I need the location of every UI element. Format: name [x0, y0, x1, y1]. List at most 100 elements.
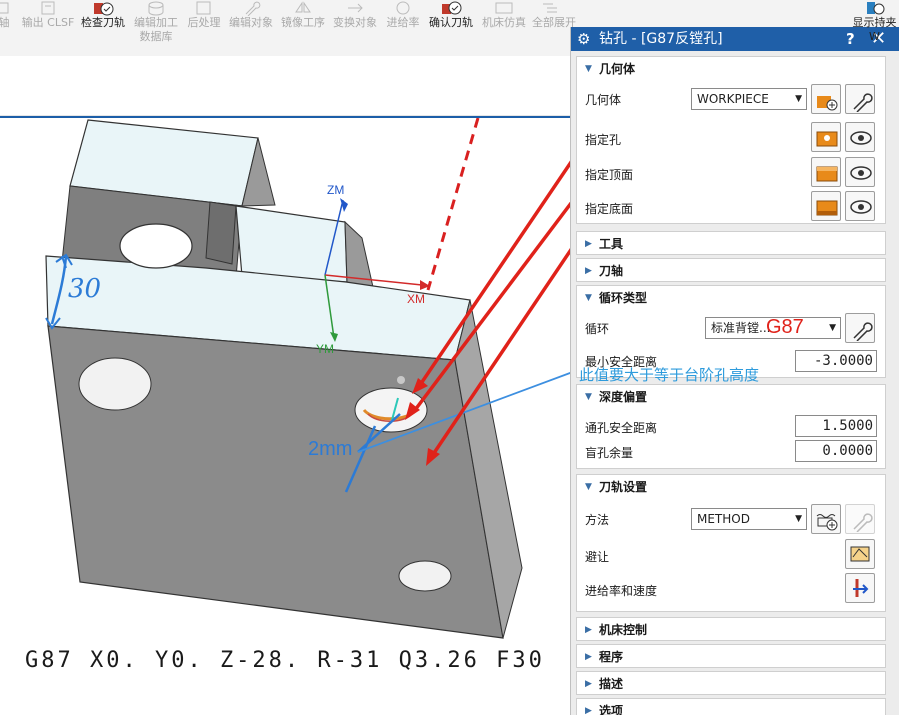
- annotation-2mm: 2mm: [308, 438, 353, 460]
- expand-icon: ▶: [585, 625, 592, 635]
- graphics-viewport[interactable]: ZM XM YM: [0, 118, 570, 715]
- ribbon-show-holder-button[interactable]: 显示持夹 W: [850, 0, 899, 56]
- wrench-icon: [240, 0, 262, 17]
- through-clearance-input[interactable]: 1.5000: [795, 415, 877, 437]
- section-program[interactable]: ▶ 程序: [576, 644, 886, 668]
- new-geometry-icon: [817, 96, 838, 111]
- display-hole-button[interactable]: [845, 122, 875, 152]
- new-geometry-button[interactable]: [811, 84, 841, 114]
- expand-icon: ▶: [585, 679, 592, 689]
- nx-screen: { "ribbon": { "items": [ {"label": "轴", …: [0, 0, 899, 715]
- holder-icon: [864, 0, 886, 16]
- output-clsf-icon: [37, 0, 59, 16]
- specify-top-button[interactable]: [811, 157, 841, 187]
- through-clearance-label: 通孔安全距离: [585, 421, 658, 435]
- method-select[interactable]: METHOD ▼: [691, 508, 807, 530]
- edit-geometry-button[interactable]: [845, 84, 875, 114]
- new-method-button[interactable]: [811, 504, 841, 534]
- ribbon-transform-button[interactable]: 变换对象: [330, 0, 380, 56]
- bottom-hole: [398, 560, 452, 592]
- left-hole: [78, 357, 152, 411]
- section-cycle-header[interactable]: ▼ 循环类型: [577, 286, 885, 310]
- expand-icon: ▶: [585, 266, 592, 276]
- section-tool[interactable]: ▶ 工具: [576, 231, 886, 255]
- top-hole: [119, 223, 193, 269]
- wrench-icon: [853, 93, 873, 112]
- wrench-icon: [853, 513, 873, 532]
- avoidance-label: 避让: [585, 550, 610, 564]
- feeds-speeds-icon: [853, 579, 869, 597]
- hole-select-icon: [816, 131, 838, 147]
- section-depth-header[interactable]: ▼ 深度偏置: [577, 385, 885, 409]
- section-path-settings: ▼ 刀轨设置 方法 METHOD ▼ 避让 进给率和速度: [576, 474, 886, 612]
- ribbon-axis-button[interactable]: 轴: [0, 0, 14, 56]
- ribbon-check-toolpath-button[interactable]: 检查刀轨: [78, 0, 128, 56]
- ribbon-mirror-op-button[interactable]: 镜像工序: [278, 0, 328, 56]
- section-machine-control[interactable]: ▶ 机床控制: [576, 617, 886, 641]
- eye-icon: [850, 166, 872, 180]
- wrench-icon: [853, 322, 873, 341]
- display-bottom-button[interactable]: [845, 191, 875, 221]
- axis-xm-label: XM: [407, 292, 425, 306]
- annotation-30: 30: [68, 274, 102, 304]
- ribbon-edit-db-button[interactable]: 编辑加工 数据库: [130, 0, 182, 56]
- chevron-down-icon: ▼: [795, 94, 802, 104]
- gear-icon: ⚙: [577, 30, 591, 48]
- avoidance-icon: [850, 546, 870, 562]
- specify-bottom-button[interactable]: [811, 191, 841, 221]
- section-path-header[interactable]: ▼ 刀轨设置: [577, 475, 885, 499]
- section-geometry: ▼ 几何体 几何体 WORKPIECE ▼ 指定孔 指定顶面 指定底面: [576, 56, 886, 224]
- specify-hole-button[interactable]: [811, 122, 841, 152]
- slot-wall: [205, 201, 237, 265]
- edit-method-button[interactable]: [845, 504, 875, 534]
- step-top-face: [235, 205, 348, 283]
- ribbon-expand-all-button[interactable]: 全部展开: [532, 0, 576, 56]
- blind-stock-input[interactable]: 0.0000: [795, 440, 877, 462]
- ribbon-feedrate-button[interactable]: 进给率: [382, 0, 424, 56]
- transform-icon: [344, 0, 366, 16]
- dialog-title: 钻孔 - [G87反镗孔]: [599, 31, 723, 47]
- section-geometry-header[interactable]: ▼ 几何体: [577, 57, 885, 81]
- ribbon-output-clsf-button[interactable]: 输出 CLSF: [20, 0, 76, 56]
- verify-toolpath-icon: [440, 0, 462, 16]
- axis-ym-label: YM: [316, 342, 334, 356]
- secondary-toolbar: [0, 56, 570, 116]
- ribbon-verify-toolpath-button[interactable]: 确认刀轨: [426, 0, 476, 56]
- geometry-label: 几何体: [585, 93, 622, 107]
- collapse-icon: ▼: [585, 392, 592, 402]
- bottom-face-icon: [816, 200, 838, 216]
- mirror-icon: [292, 0, 314, 16]
- blind-stock-label: 盲孔余量: [585, 446, 634, 460]
- collapse-icon: ▼: [585, 64, 592, 74]
- avoidance-button[interactable]: [845, 539, 875, 569]
- database-icon: [145, 0, 167, 16]
- method-label: 方法: [585, 513, 610, 527]
- specify-hole-label: 指定孔: [585, 133, 622, 147]
- specify-top-label: 指定顶面: [585, 168, 634, 182]
- ribbon-postprocess-button[interactable]: 后处理: [184, 0, 224, 56]
- eye-icon: [850, 200, 872, 214]
- part-model: [45, 118, 570, 639]
- eye-icon: [850, 131, 872, 145]
- min-clearance-input[interactable]: -3.0000: [795, 350, 877, 372]
- geometry-select[interactable]: WORKPIECE ▼: [691, 88, 807, 110]
- section-depth-offset: ▼ 深度偏置 通孔安全距离 1.5000 盲孔余量 0.0000: [576, 384, 886, 469]
- section-tool-axis[interactable]: ▶ 刀轴: [576, 258, 886, 282]
- axis-icon: [0, 0, 16, 16]
- machine-sim-icon: [493, 0, 515, 16]
- display-top-button[interactable]: [845, 157, 875, 187]
- feeds-speeds-button[interactable]: [845, 573, 875, 603]
- top-face-icon: [816, 166, 838, 182]
- clearance-note: 此值要大于等于台阶孔高度: [579, 367, 760, 384]
- g87-annotation: G87: [766, 316, 804, 338]
- edit-cycle-button[interactable]: [845, 313, 875, 343]
- expand-icon: ▶: [585, 239, 592, 249]
- section-options[interactable]: ▶ 选项: [576, 698, 886, 715]
- axis-zm-label: ZM: [327, 183, 345, 197]
- chevron-down-icon: ▼: [795, 514, 802, 524]
- feedrate-icon: [392, 0, 414, 16]
- ribbon-edit-object-button[interactable]: 编辑对象: [226, 0, 276, 56]
- ribbon-machine-sim-button[interactable]: 机床仿真: [478, 0, 530, 56]
- check-toolpath-icon: [92, 0, 114, 16]
- section-description[interactable]: ▶ 描述: [576, 671, 886, 695]
